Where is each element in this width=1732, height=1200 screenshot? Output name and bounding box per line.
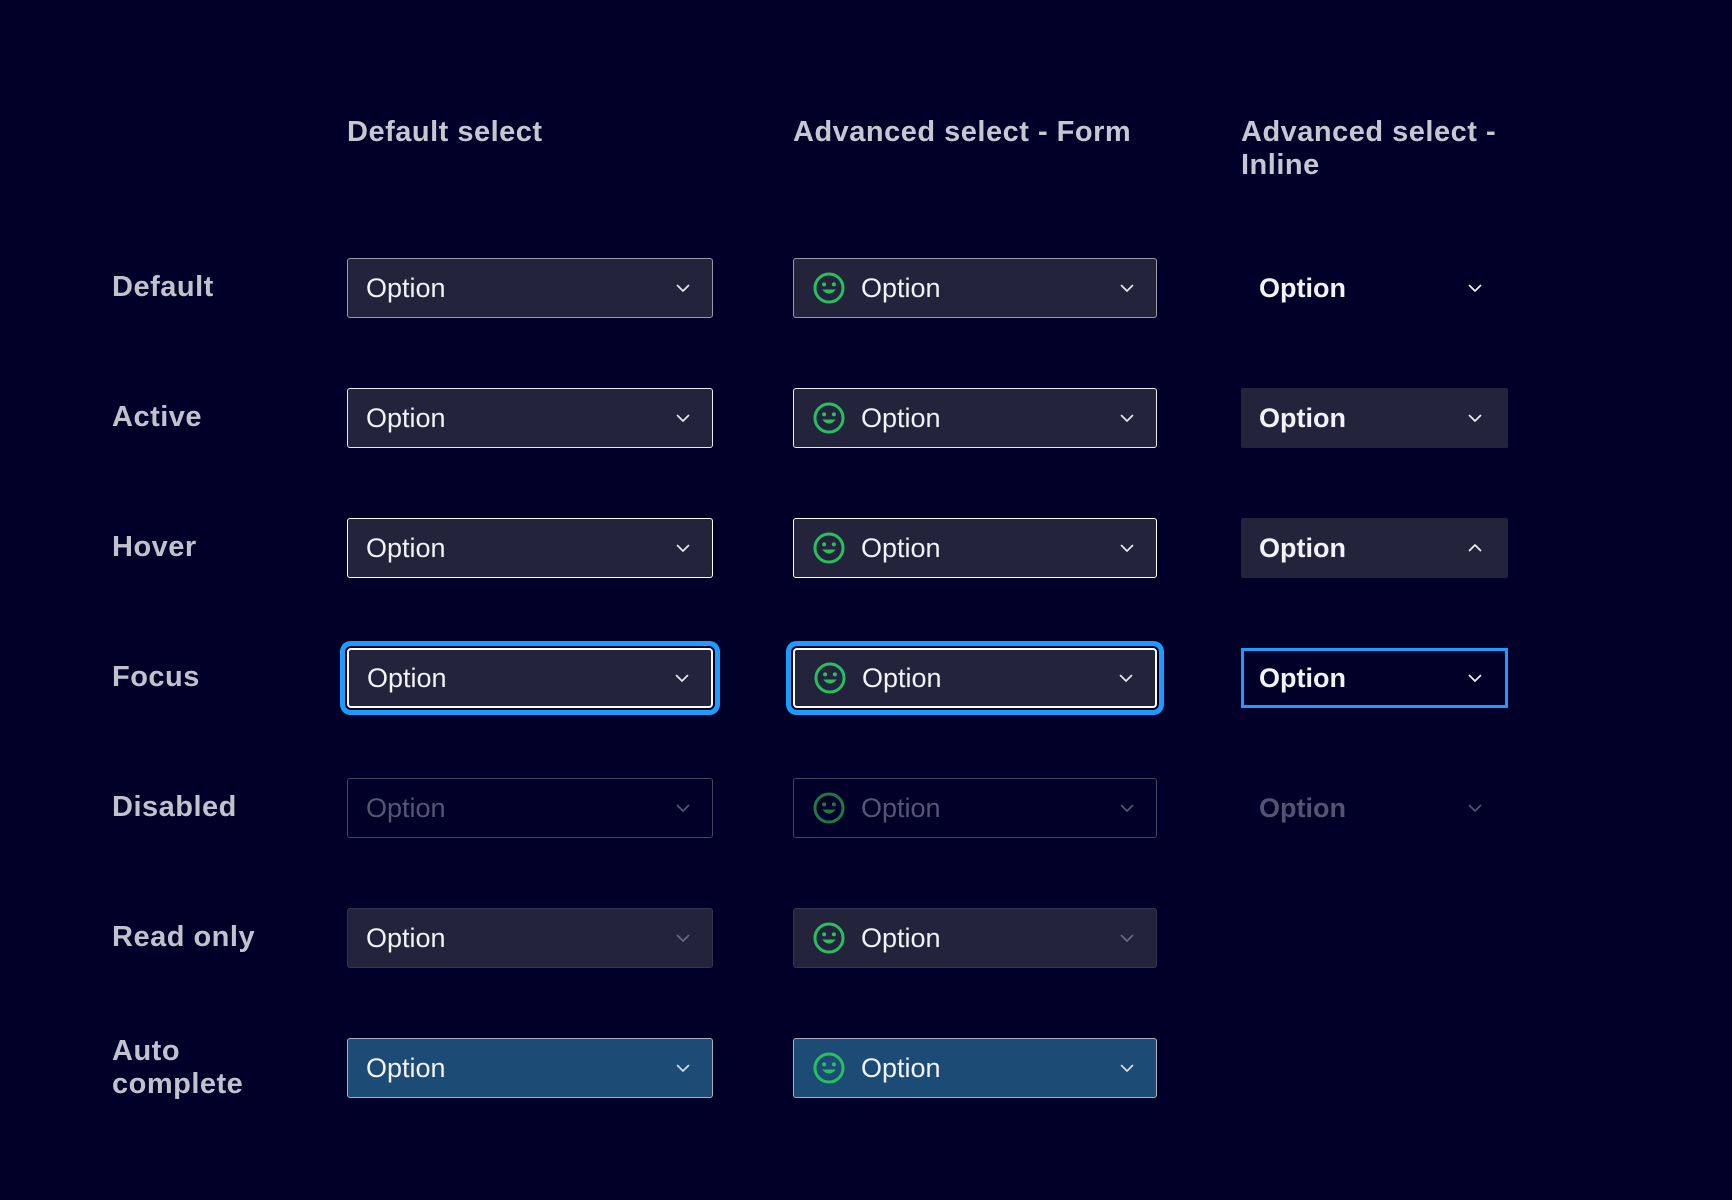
select-value: Option bbox=[366, 403, 446, 434]
select-value: Option bbox=[1259, 273, 1346, 304]
column-header-default-select: Default select bbox=[347, 106, 793, 223]
smiley-icon bbox=[813, 661, 847, 695]
select-value: Option bbox=[1259, 663, 1346, 694]
advanced-inline-select-focus-state[interactable]: Option bbox=[1241, 648, 1508, 708]
row-label-hover: Hover bbox=[112, 531, 277, 564]
chevron-down-icon bbox=[1115, 667, 1137, 689]
default-select-auto-complete-state[interactable]: Option bbox=[347, 1038, 713, 1098]
default-select-read-only-state[interactable]: Option bbox=[347, 908, 713, 968]
select-value: Option bbox=[367, 663, 447, 694]
default-select-hover-state[interactable]: Option bbox=[347, 518, 713, 578]
column-header-advanced-select-form: Advanced select - Form bbox=[793, 106, 1241, 223]
select-value: Option bbox=[861, 533, 941, 564]
chevron-down-icon bbox=[672, 407, 694, 429]
chevron-down-icon bbox=[1116, 277, 1138, 299]
default-select-active-state[interactable]: Option bbox=[347, 388, 713, 448]
chevron-down-icon bbox=[672, 927, 694, 949]
select-value: Option bbox=[1259, 533, 1346, 564]
chevron-up-icon bbox=[1464, 537, 1486, 559]
smiley-icon bbox=[812, 921, 846, 955]
select-value: Option bbox=[861, 273, 941, 304]
select-value: Option bbox=[366, 793, 446, 824]
select-states-matrix: Default select Advanced select - Form Ad… bbox=[0, 0, 1732, 1133]
chevron-down-icon bbox=[672, 277, 694, 299]
chevron-down-icon bbox=[672, 1057, 694, 1079]
default-select-disabled-state: Option bbox=[347, 778, 713, 838]
chevron-down-icon bbox=[672, 537, 694, 559]
select-value: Option bbox=[366, 923, 446, 954]
select-value: Option bbox=[366, 273, 446, 304]
default-select-default-state[interactable]: Option bbox=[347, 258, 713, 318]
select-value: Option bbox=[862, 663, 942, 694]
smiley-icon bbox=[812, 531, 846, 565]
advanced-form-select-default-state[interactable]: Option bbox=[793, 258, 1157, 318]
advanced-inline-select-hover-state[interactable]: Option bbox=[1241, 518, 1508, 578]
select-value: Option bbox=[1259, 403, 1346, 434]
chevron-down-icon bbox=[1464, 277, 1486, 299]
advanced-form-select-focus-state[interactable]: Option bbox=[793, 648, 1157, 708]
chevron-down-icon bbox=[1116, 407, 1138, 429]
smiley-icon bbox=[812, 791, 846, 825]
matrix-corner bbox=[112, 106, 347, 223]
advanced-form-select-hover-state[interactable]: Option bbox=[793, 518, 1157, 578]
advanced-inline-select-default-state[interactable]: Option bbox=[1241, 258, 1508, 318]
smiley-icon bbox=[812, 1051, 846, 1085]
select-value: Option bbox=[861, 403, 941, 434]
column-header-advanced-select-inline: Advanced select - Inline bbox=[1241, 106, 1508, 223]
select-value: Option bbox=[861, 793, 941, 824]
chevron-down-icon bbox=[1116, 537, 1138, 559]
smiley-icon bbox=[812, 271, 846, 305]
advanced-form-select-read-only-state[interactable]: Option bbox=[793, 908, 1157, 968]
chevron-down-icon bbox=[1116, 927, 1138, 949]
advanced-form-select-disabled-state: Option bbox=[793, 778, 1157, 838]
row-label-active: Active bbox=[112, 401, 277, 434]
advanced-form-select-auto-complete-state[interactable]: Option bbox=[793, 1038, 1157, 1098]
row-label-auto-complete: Auto complete bbox=[112, 1035, 277, 1102]
chevron-down-icon bbox=[1464, 407, 1486, 429]
select-value: Option bbox=[1259, 793, 1346, 824]
advanced-form-select-active-state[interactable]: Option bbox=[793, 388, 1157, 448]
select-value: Option bbox=[366, 1053, 446, 1084]
row-label-disabled: Disabled bbox=[112, 791, 277, 824]
select-value: Option bbox=[861, 923, 941, 954]
chevron-down-icon bbox=[672, 797, 694, 819]
row-label-focus: Focus bbox=[112, 661, 277, 694]
advanced-inline-select-disabled-state: Option bbox=[1241, 778, 1508, 838]
chevron-down-icon bbox=[1464, 667, 1486, 689]
advanced-inline-select-active-state[interactable]: Option bbox=[1241, 388, 1508, 448]
smiley-icon bbox=[812, 401, 846, 435]
default-select-focus-state[interactable]: Option bbox=[347, 648, 713, 708]
select-value: Option bbox=[861, 1053, 941, 1084]
row-label-read-only: Read only bbox=[112, 921, 277, 954]
chevron-down-icon bbox=[1464, 797, 1486, 819]
row-label-default: Default bbox=[112, 271, 277, 304]
chevron-down-icon bbox=[671, 667, 693, 689]
select-value: Option bbox=[366, 533, 446, 564]
chevron-down-icon bbox=[1116, 1057, 1138, 1079]
chevron-down-icon bbox=[1116, 797, 1138, 819]
